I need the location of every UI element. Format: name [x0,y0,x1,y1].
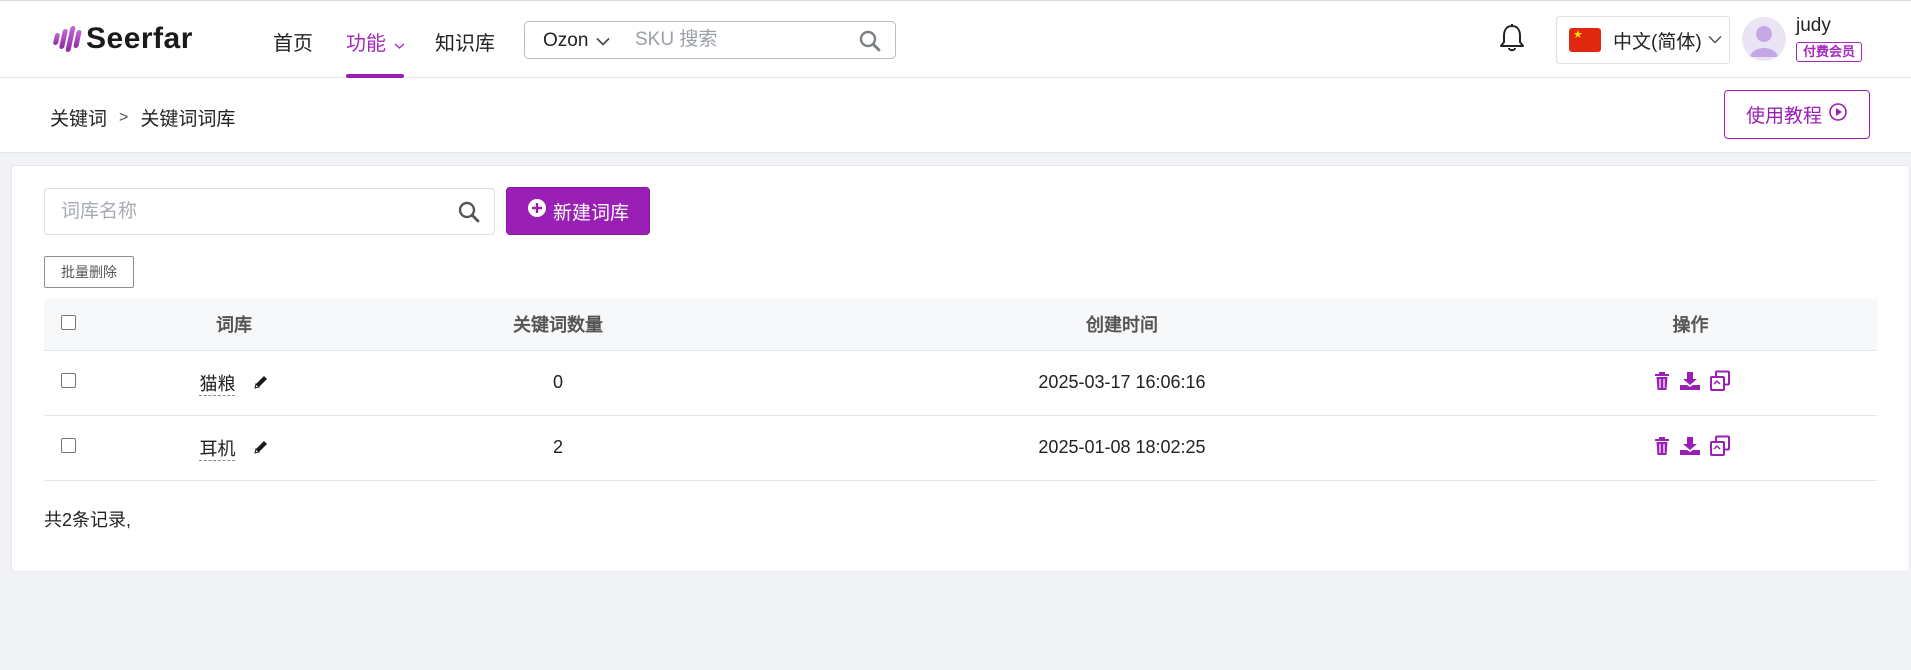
library-name[interactable]: 猫粮 [199,373,236,396]
notification-bell-icon[interactable] [1498,23,1526,58]
pencil-icon[interactable] [253,374,269,395]
new-library-button[interactable]: 新建词库 [506,187,650,235]
header-keyword-count: 关键词数量 [376,299,740,351]
sku-search-input[interactable] [635,26,855,54]
trash-icon[interactable] [1653,436,1671,456]
keyword-library-card: 新建词库 批量删除 词库 关键词数量 创建时间 操作 猫粮 0 [11,165,1910,572]
breadcrumb-bar: 关键词 > 关键词词库 使用教程 [0,78,1911,153]
logo-mark-icon [52,26,82,52]
nav-features[interactable]: 功能 [346,27,405,56]
library-name[interactable]: 耳机 [199,438,236,461]
chevron-down-icon [596,30,610,52]
nav-home[interactable]: 首页 [273,27,313,56]
row-checkbox[interactable] [60,373,76,388]
row-actions [1504,415,1877,481]
created-time: 2025-03-17 16:06:16 [740,350,1504,416]
pencil-icon[interactable] [253,439,269,460]
platform-select[interactable]: Ozon [543,30,610,52]
trash-icon[interactable] [1653,371,1671,391]
header-actions: 操作 [1504,299,1877,351]
batch-delete-button[interactable]: 批量删除 [44,256,134,288]
table-header-row: 词库 关键词数量 创建时间 操作 [44,299,1877,351]
total-records: 共2条记录, [44,510,132,530]
plus-circle-icon [527,198,547,224]
download-icon[interactable] [1679,436,1701,456]
breadcrumb: 关键词 > 关键词词库 [50,104,235,131]
breadcrumb-keyword-library: 关键词词库 [140,109,236,130]
created-time: 2025-01-08 18:02:25 [740,415,1504,481]
keyword-count: 2 [376,415,740,481]
breadcrumb-keywords[interactable]: 关键词 [50,104,107,131]
seerfar-logo[interactable]: Seerfar [52,21,193,57]
row-checkbox[interactable] [60,438,76,453]
tutorial-button[interactable]: 使用教程 [1724,90,1870,139]
platform-select-value: Ozon [543,30,589,51]
library-table: 词库 关键词数量 创建时间 操作 猫粮 0 2025-03-17 16:06:1… [44,299,1877,481]
row-actions [1504,350,1877,416]
library-search-box [44,188,495,235]
username[interactable]: judy [1796,15,1831,37]
chevron-down-icon [394,39,405,53]
breadcrumb-separator: > [119,108,129,126]
tutorial-button-label: 使用教程 [1745,106,1822,127]
play-circle-icon [1828,102,1848,128]
table-row: 耳机 2 2025-01-08 18:02:25 [44,415,1877,481]
copy-icon[interactable] [1709,435,1731,457]
copy-icon[interactable] [1709,370,1731,392]
row-select-cell [44,415,92,481]
header-created-time: 创建时间 [740,299,1504,351]
brand-name: Seerfar [86,22,193,55]
library-name-cell: 耳机 [92,415,376,481]
nav-features-label: 功能 [346,33,386,55]
language-label: 中文(简体) [1613,31,1702,53]
row-select-cell [44,350,92,416]
table-row: 猫粮 0 2025-03-17 16:06:16 [44,350,1877,416]
top-navbar: Seerfar 首页 功能 知识库 Ozon ★ 中文(简体) judy [0,0,1911,78]
header-library: 词库 [92,299,376,351]
download-icon[interactable] [1679,371,1701,391]
user-avatar[interactable] [1742,17,1786,61]
search-icon[interactable] [458,201,480,228]
nav-knowledge-base[interactable]: 知识库 [435,27,495,56]
chevron-down-icon [1708,31,1722,49]
select-all-checkbox[interactable] [60,314,76,330]
library-name-cell: 猫粮 [92,350,376,416]
language-select[interactable]: ★ 中文(简体) [1556,16,1730,64]
sku-search-box: Ozon [524,21,896,59]
member-badge: 付费会员 [1796,42,1863,62]
new-library-button-label: 新建词库 [552,202,629,224]
select-all-cell [44,299,92,351]
search-icon[interactable] [859,30,881,57]
library-name-input[interactable] [61,199,441,225]
china-flag-icon: ★ [1569,28,1601,52]
keyword-count: 0 [376,350,740,416]
